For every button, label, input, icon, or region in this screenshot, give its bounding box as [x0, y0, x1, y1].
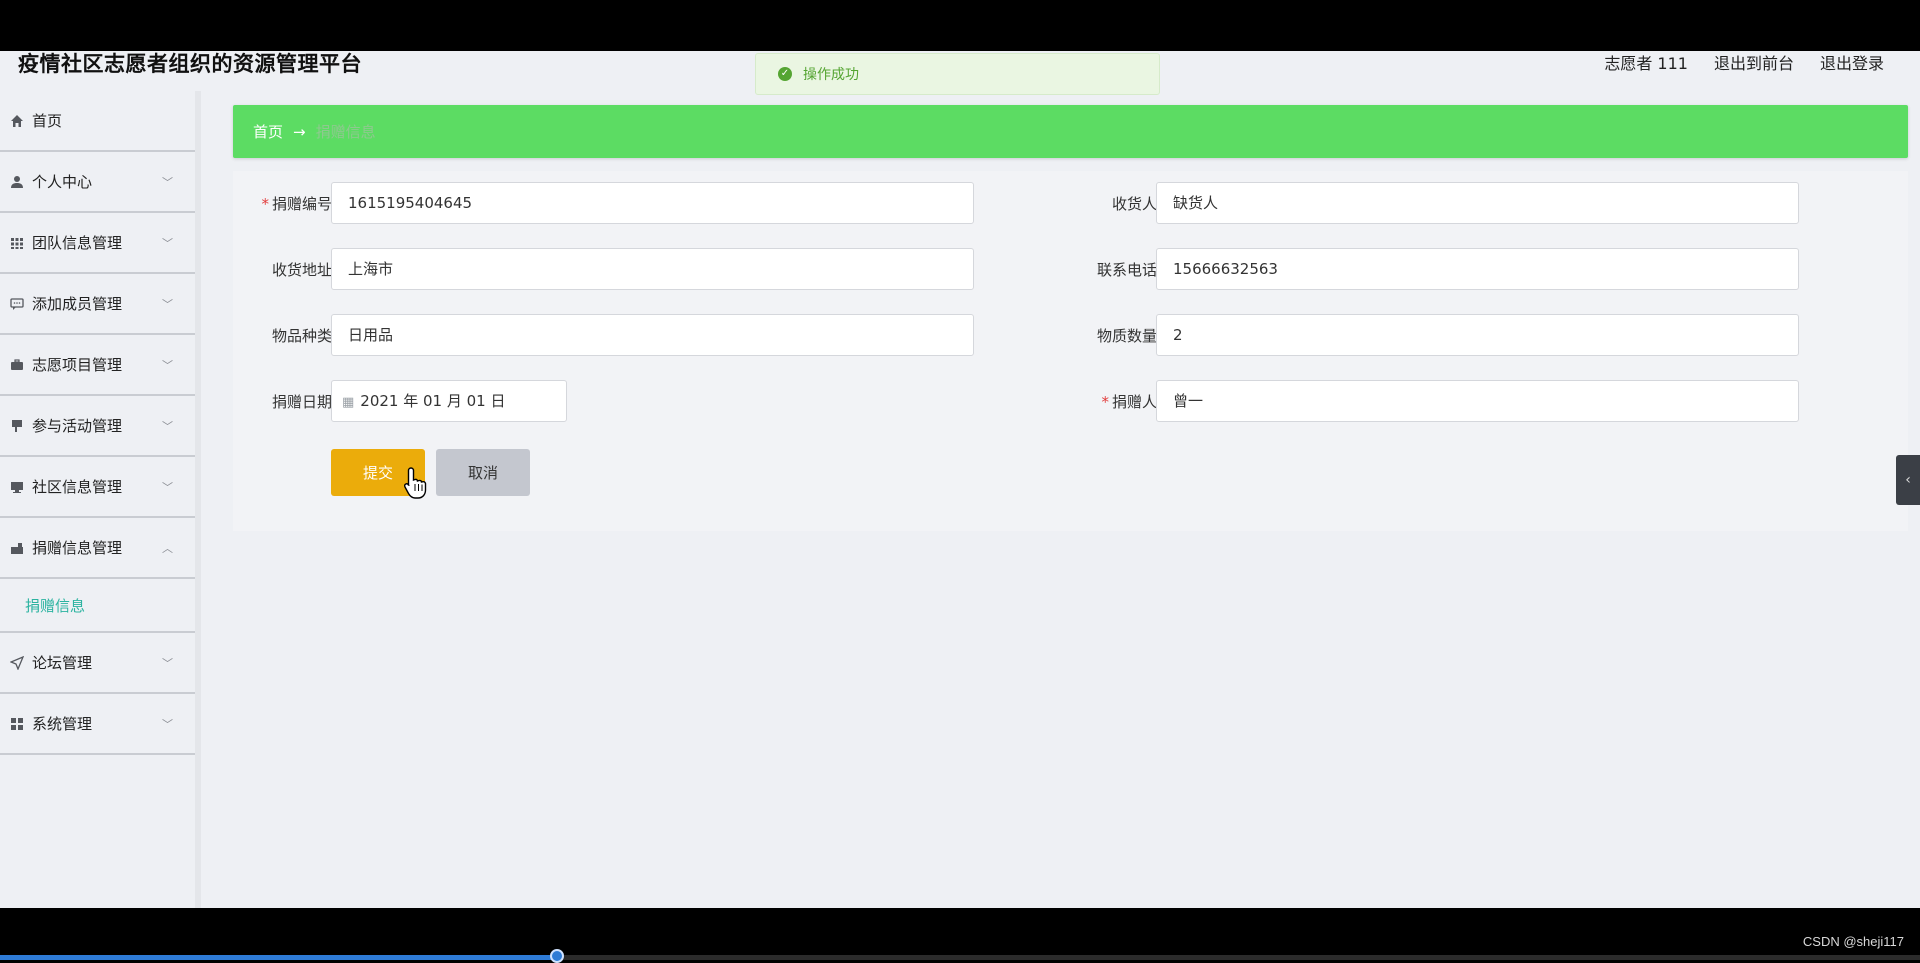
form-row: 物品种类 日用品 物质数量 2 — [233, 314, 1908, 356]
sidebar-item-label: 志愿项目管理 — [32, 356, 123, 374]
phone-input[interactable]: 15666632563 — [1156, 248, 1799, 290]
app-title: 疫情社区志愿者组织的资源管理平台 — [18, 51, 362, 76]
sidebar-item-activity[interactable]: 参与活动管理 ﹀ — [0, 396, 195, 457]
video-bottom-letterbox — [0, 908, 1920, 960]
chevron-down-icon: ﹀ — [162, 717, 173, 731]
phone-field: 联系电话 15666632563 — [1058, 248, 1908, 290]
sidebar-item-label: 首页 — [32, 112, 63, 130]
donate-icon — [8, 539, 26, 557]
user-icon — [8, 173, 26, 191]
sidebar-item-label: 添加成员管理 — [32, 295, 123, 313]
hand-cursor-icon — [403, 467, 427, 499]
field-label: 物品种类 — [271, 327, 332, 345]
address-field: 收货地址 上海市 — [233, 248, 978, 290]
chevron-down-icon: ﹀ — [162, 236, 173, 250]
home-icon — [8, 112, 26, 130]
date-field: 捐赠日期 ▦ 2021 年 01 月 01 日 — [233, 380, 978, 422]
calendar-icon: ▦ — [342, 395, 355, 410]
chevron-down-icon: ﹀ — [162, 358, 173, 372]
chevron-down-icon: ﹀ — [162, 297, 173, 311]
logout-link[interactable]: 退出登录 — [1820, 51, 1884, 74]
breadcrumb-home[interactable]: 首页 — [253, 121, 283, 142]
field-label: 联系电话 — [1096, 261, 1157, 279]
success-toast: ✓ 操作成功 — [755, 53, 1160, 95]
donation-form: * 捐赠编号 1615195404645 收货人 缺货人 收货地址 上海市 联系电… — [233, 171, 1908, 531]
sidebar-item-personal-center[interactable]: 个人中心 ﹀ — [0, 152, 195, 213]
sidebar-item-community-info[interactable]: 社区信息管理 ﹀ — [0, 457, 195, 518]
donor-input[interactable]: 曾一 — [1156, 380, 1799, 422]
receiver-field: 收货人 缺货人 — [1058, 182, 1908, 224]
date-picker[interactable]: ▦ 2021 年 01 月 01 日 — [331, 380, 567, 422]
chevron-down-icon: ﹀ — [162, 656, 173, 670]
sidebar-item-label: 系统管理 — [32, 715, 93, 733]
send-icon — [8, 654, 26, 672]
app-window: 疫情社区志愿者组织的资源管理平台 志愿者 111 退出到前台 退出登录 ✓ 操作… — [0, 51, 1920, 908]
field-label: 收货地址 — [271, 261, 332, 279]
sidebar-item-label: 社区信息管理 — [32, 478, 123, 496]
category-input[interactable]: 日用品 — [331, 314, 974, 356]
user-name[interactable]: 志愿者 111 — [1604, 51, 1688, 74]
header-links: 志愿者 111 退出到前台 退出登录 — [1604, 51, 1884, 74]
sidebar-item-system[interactable]: 系统管理 ﹀ — [0, 694, 195, 755]
donation-no-field: * 捐赠编号 1615195404645 — [233, 182, 978, 224]
check-circle-icon: ✓ — [778, 67, 792, 81]
back-to-front-link[interactable]: 退出到前台 — [1714, 51, 1794, 74]
breadcrumb-current: 捐赠信息 — [315, 123, 376, 141]
flag-icon — [8, 417, 26, 435]
chat-icon — [8, 295, 26, 313]
sidebar-item-label: 捐赠信息管理 — [32, 539, 123, 557]
donor-field: * 捐赠人 曾一 — [1058, 380, 1908, 422]
sidebar-item-label: 个人中心 — [32, 173, 93, 191]
chevron-up-icon: ︿ — [162, 541, 173, 555]
form-row: 收货地址 上海市 联系电话 15666632563 — [233, 248, 1908, 290]
donation-no-input[interactable]: 1615195404645 — [331, 182, 974, 224]
chevron-down-icon: ﹀ — [162, 175, 173, 189]
watermark-text: CSDN @sheji117 — [1802, 934, 1904, 949]
form-row: * 捐赠编号 1615195404645 收货人 缺货人 — [233, 182, 1908, 224]
briefcase-icon — [8, 356, 26, 374]
sidebar-item-forum[interactable]: 论坛管理 ﹀ — [0, 633, 195, 694]
category-field: 物品种类 日用品 — [233, 314, 978, 356]
video-progress-knob[interactable] — [549, 949, 564, 963]
sidebar-item-label: 论坛管理 — [32, 654, 93, 672]
form-row: 捐赠日期 ▦ 2021 年 01 月 01 日 * 捐赠人 曾一 — [233, 380, 1908, 422]
monitor-icon — [8, 478, 26, 496]
toast-message: 操作成功 — [803, 67, 859, 83]
chevron-down-icon: ﹀ — [162, 480, 173, 494]
quantity-input[interactable]: 2 — [1156, 314, 1799, 356]
video-progress-fill — [0, 955, 557, 960]
sidebar-subitem-donation[interactable]: 捐赠信息 — [0, 579, 195, 633]
apps-icon — [8, 715, 26, 733]
sidebar-item-label: 参与活动管理 — [32, 417, 123, 435]
arrow-right-icon: → — [293, 122, 306, 141]
collapse-panel-tab[interactable]: ‹ — [1896, 455, 1920, 505]
field-label: * 捐赠编号 — [261, 195, 332, 213]
sidebar-item-label: 团队信息管理 — [32, 234, 123, 252]
field-label: 收货人 — [1111, 195, 1157, 213]
address-input[interactable]: 上海市 — [331, 248, 974, 290]
video-top-letterbox — [0, 0, 1920, 51]
cancel-button[interactable]: 取消 — [436, 449, 530, 496]
field-label: 物质数量 — [1096, 327, 1157, 345]
date-value: 2021 年 01 月 01 日 — [360, 392, 506, 410]
grid-icon — [8, 234, 26, 252]
sidebar-item-donation-info[interactable]: 捐赠信息管理 ︿ — [0, 518, 195, 579]
sidebar-item-volunteer-project[interactable]: 志愿项目管理 ﹀ — [0, 335, 195, 396]
field-label: * 捐赠人 — [1101, 393, 1157, 411]
sidebar-item-home[interactable]: 首页 — [0, 91, 195, 152]
breadcrumb: 首页 → 捐赠信息 — [233, 105, 1908, 158]
sidebar-item-add-member[interactable]: 添加成员管理 ﹀ — [0, 274, 195, 335]
field-label: 捐赠日期 — [271, 393, 332, 411]
receiver-input[interactable]: 缺货人 — [1156, 182, 1799, 224]
sidebar-item-team-info[interactable]: 团队信息管理 ﹀ — [0, 213, 195, 274]
quantity-field: 物质数量 2 — [1058, 314, 1908, 356]
sidebar: 首页 个人中心 ﹀ 团队信息管理 ﹀ 添加成员管理 ﹀ 志愿项目管理 ﹀ 参与活… — [0, 91, 201, 908]
chevron-down-icon: ﹀ — [162, 419, 173, 433]
